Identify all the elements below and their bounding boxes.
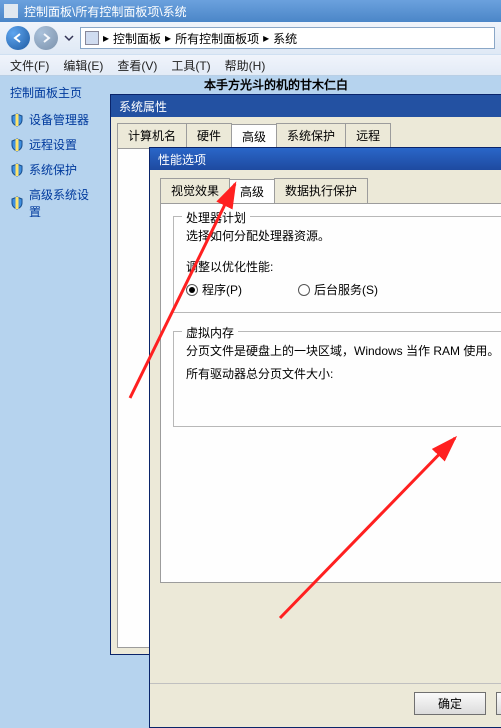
group-virtual-memory: 虚拟内存 分页文件是硬盘上的一块区域，Windows 当作 RAM 使用。 所有… bbox=[173, 331, 501, 427]
vm-desc: 分页文件是硬盘上的一块区域，Windows 当作 RAM 使用。 bbox=[186, 342, 501, 359]
sidebar-item-remote[interactable]: 远程设置 bbox=[10, 136, 100, 153]
forward-button[interactable] bbox=[34, 26, 58, 50]
ok-button[interactable]: 确定 bbox=[414, 692, 486, 715]
tab-computer-name[interactable]: 计算机名 bbox=[117, 123, 187, 148]
tab-hardware[interactable]: 硬件 bbox=[186, 123, 232, 148]
sidebar: 控制面板主页 设备管理器 远程设置 系统保护 高级系统设置 bbox=[0, 76, 110, 652]
arrow-right-icon bbox=[40, 32, 52, 44]
radio-programs[interactable]: 程序(P) bbox=[186, 281, 242, 298]
dialog2-buttons: 确定 取消 应用 bbox=[150, 683, 501, 727]
back-button[interactable] bbox=[6, 26, 30, 50]
arrow-left-icon bbox=[12, 32, 24, 44]
crumb[interactable]: 控制面板 bbox=[113, 30, 161, 47]
radio-label: 程序(P) bbox=[202, 281, 242, 298]
sidebar-item-label: 远程设置 bbox=[29, 136, 77, 153]
sidebar-item-advanced[interactable]: 高级系统设置 bbox=[10, 186, 100, 220]
group-legend: 处理器计划 bbox=[182, 209, 250, 226]
dialog2-title: 性能选项 bbox=[158, 151, 206, 168]
nav-bar: ▸ 控制面板 ▸ 所有控制面板项 ▸ 系统 bbox=[0, 22, 501, 54]
sidebar-heading[interactable]: 控制面板主页 bbox=[10, 84, 100, 101]
dialog-performance-options: 性能选项 视觉效果 高级 数据执行保护 处理器计划 选择如何分配处理器资源。 调… bbox=[149, 147, 501, 728]
page-heading-cut: 本手方光斗的机的甘木仁白 bbox=[204, 76, 348, 93]
window-icon bbox=[4, 4, 18, 18]
shield-icon bbox=[10, 138, 24, 152]
sidebar-item-label: 设备管理器 bbox=[29, 111, 89, 128]
dialog-system-properties: 系统属性 计算机名 硬件 高级 系统保护 远程 性能选项 视觉效果 bbox=[110, 94, 501, 655]
crumb[interactable]: 所有控制面板项 bbox=[175, 30, 259, 47]
menu-file[interactable]: 文件(F) bbox=[10, 57, 49, 74]
adjust-label: 调整以优化性能: bbox=[186, 258, 501, 275]
tab-advanced2[interactable]: 高级 bbox=[229, 179, 275, 204]
tab-advanced[interactable]: 高级 bbox=[231, 124, 277, 149]
dialog1-title: 系统属性 bbox=[119, 98, 167, 115]
dialog2-titlebar[interactable]: 性能选项 bbox=[150, 148, 501, 170]
window-titlebar: 控制面板\所有控制面板项\系统 bbox=[0, 0, 501, 22]
shield-icon bbox=[10, 196, 24, 210]
dialog2-tabs: 视觉效果 高级 数据执行保护 bbox=[160, 178, 501, 203]
tab-remote[interactable]: 远程 bbox=[345, 123, 391, 148]
tab-protection[interactable]: 系统保护 bbox=[276, 123, 346, 148]
shield-icon bbox=[10, 113, 24, 127]
window-title: 控制面板\所有控制面板项\系统 bbox=[24, 3, 187, 20]
tab-visual-effects[interactable]: 视觉效果 bbox=[160, 178, 230, 203]
address-bar[interactable]: ▸ 控制面板 ▸ 所有控制面板项 ▸ 系统 bbox=[80, 27, 495, 49]
chevron-down-icon bbox=[64, 33, 74, 43]
dialog2-pane: 处理器计划 选择如何分配处理器资源。 调整以优化性能: 程序(P) 后台服务(S… bbox=[160, 203, 501, 583]
menu-tools[interactable]: 工具(T) bbox=[171, 57, 210, 74]
dialog1-tabs: 计算机名 硬件 高级 系统保护 远程 bbox=[117, 123, 501, 148]
sidebar-item-label: 系统保护 bbox=[29, 161, 77, 178]
radio-icon bbox=[298, 284, 310, 296]
radio-label: 后台服务(S) bbox=[314, 281, 378, 298]
vm-total-label: 所有驱动器总分页文件大小: bbox=[186, 365, 333, 382]
group-legend: 虚拟内存 bbox=[182, 324, 238, 341]
radio-background[interactable]: 后台服务(S) bbox=[298, 281, 378, 298]
tab-dep[interactable]: 数据执行保护 bbox=[274, 178, 368, 203]
sched-desc: 选择如何分配处理器资源。 bbox=[186, 227, 501, 244]
menu-bar: 文件(F) 编辑(E) 查看(V) 工具(T) 帮助(H) bbox=[0, 54, 501, 76]
menu-view[interactable]: 查看(V) bbox=[117, 57, 157, 74]
sidebar-item-protection[interactable]: 系统保护 bbox=[10, 161, 100, 178]
sidebar-item-label: 高级系统设置 bbox=[29, 186, 100, 220]
folder-icon bbox=[85, 31, 99, 45]
cancel-button[interactable]: 取消 bbox=[496, 692, 501, 715]
menu-help[interactable]: 帮助(H) bbox=[225, 57, 266, 74]
radio-icon bbox=[186, 284, 198, 296]
group-processor-scheduling: 处理器计划 选择如何分配处理器资源。 调整以优化性能: 程序(P) 后台服务(S… bbox=[173, 216, 501, 313]
sidebar-item-device-manager[interactable]: 设备管理器 bbox=[10, 111, 100, 128]
dialog1-titlebar: 系统属性 bbox=[111, 95, 501, 117]
menu-edit[interactable]: 编辑(E) bbox=[63, 57, 103, 74]
crumb[interactable]: 系统 bbox=[273, 30, 297, 47]
shield-icon bbox=[10, 163, 24, 177]
history-dropdown[interactable] bbox=[62, 29, 76, 47]
